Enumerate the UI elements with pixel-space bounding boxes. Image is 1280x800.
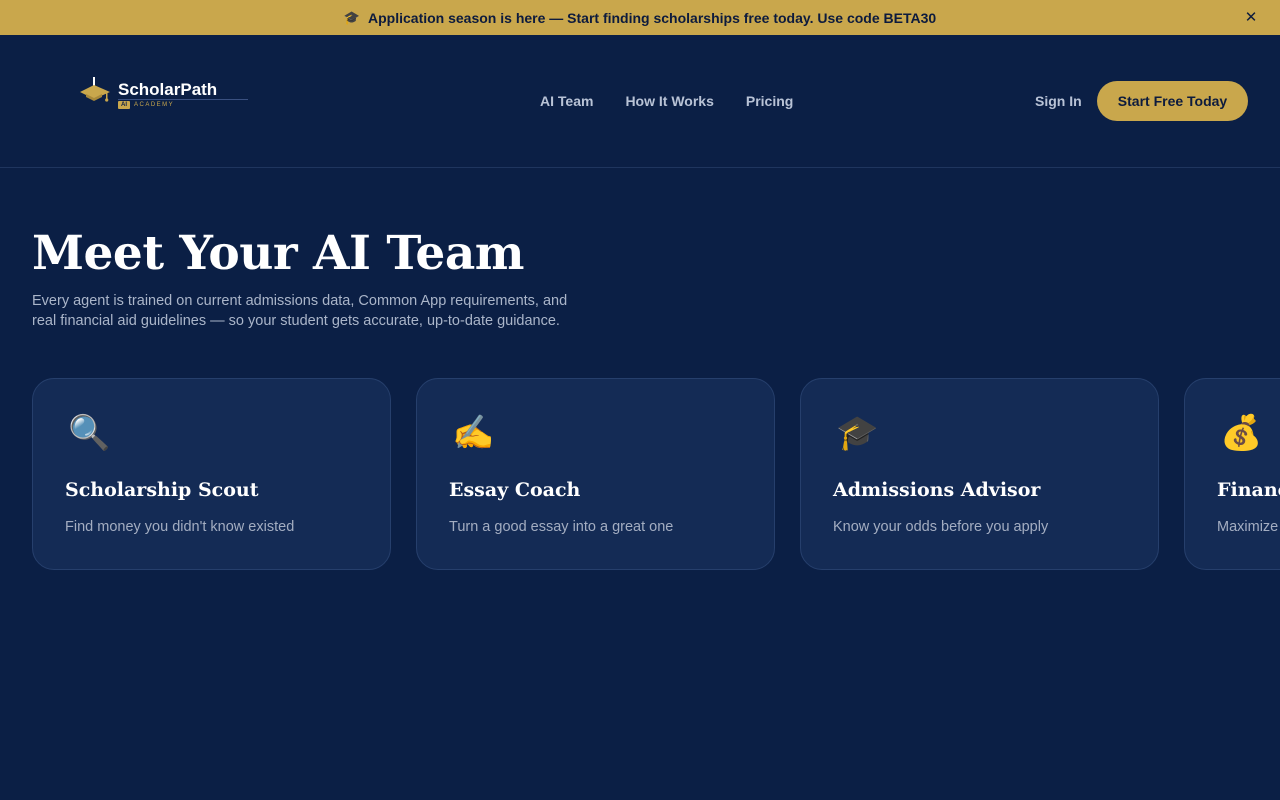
logo[interactable]: ScholarPath AI ACADEMY — [78, 77, 250, 113]
nav-pricing[interactable]: Pricing — [746, 93, 793, 109]
graduation-cap-icon: 🎓 — [836, 414, 879, 452]
card-description: Know your odds before you apply — [833, 519, 1049, 535]
card-admissions-advisor[interactable]: 🎓 Admissions Advisor Know your odds befo… — [800, 378, 1159, 570]
academy-label: ACADEMY — [134, 102, 175, 108]
agent-cards-carousel: 🔍 Scholarship Scout Find money you didn'… — [0, 378, 1280, 572]
nav-how-it-works[interactable]: How It Works — [625, 93, 713, 109]
hero-description-line-2: real financial aid guidelines — so your … — [32, 313, 560, 329]
start-free-button[interactable]: Start Free Today — [1097, 81, 1248, 121]
main-nav: AI Team How It Works Pricing — [540, 93, 793, 109]
brand-name: ScholarPath — [118, 80, 218, 99]
card-scholarship-scout[interactable]: 🔍 Scholarship Scout Find money you didn'… — [32, 378, 391, 570]
close-icon[interactable]: ✕ — [1242, 8, 1260, 26]
card-essay-coach[interactable]: ✍️ Essay Coach Turn a good essay into a … — [416, 378, 775, 570]
hero-description-line-1: Every agent is trained on current admiss… — [32, 293, 568, 309]
card-title: Scholarship Scout — [65, 479, 259, 501]
logo-divider — [118, 99, 248, 100]
card-title: Admissions Advisor — [833, 479, 1041, 501]
card-title: Essay Coach — [449, 479, 581, 501]
writing-hand-icon: ✍️ — [452, 414, 495, 452]
ai-badge: AI — [118, 101, 130, 109]
logo-subtitle: AI ACADEMY — [118, 101, 174, 109]
card-financial[interactable]: 💰 Financ Maximize — [1184, 378, 1280, 570]
site-header: ScholarPath AI ACADEMY AI Team How It Wo… — [0, 35, 1280, 168]
magnifying-glass-icon: 🔍 — [68, 414, 111, 452]
card-description: Find money you didn't know existed — [65, 519, 295, 535]
card-title: Financ — [1217, 479, 1280, 501]
nav-ai-team[interactable]: AI Team — [540, 93, 593, 109]
card-description: Maximize — [1217, 519, 1279, 535]
sign-in-link[interactable]: Sign In — [1035, 93, 1082, 109]
graduation-cap-icon: 🎓 — [343, 9, 360, 25]
money-bag-icon: 💰 — [1220, 414, 1263, 452]
hero-description: Every agent is trained on current admiss… — [32, 291, 632, 331]
page-title: Meet Your AI Team — [32, 226, 525, 281]
announcement-text: Application season is here — Start findi… — [368, 9, 937, 26]
announcement-bar: 🎓 Application season is here — Start fin… — [0, 0, 1280, 35]
mortarboard-logo-icon — [80, 77, 110, 102]
card-description: Turn a good essay into a great one — [449, 519, 674, 535]
